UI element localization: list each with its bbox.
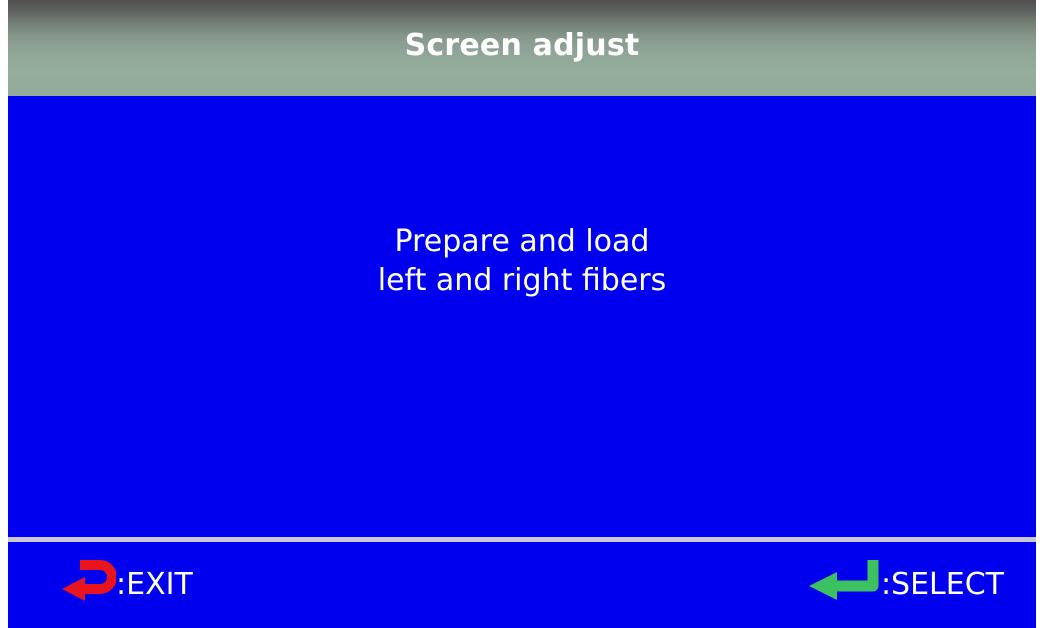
instruction-line-2: left and right fibers [377,263,667,298]
title-bar: Screen adjust [8,0,1036,96]
select-label: :SELECT [880,566,1004,602]
footer-divider [8,537,1036,542]
instruction-message: Prepare and load left and right fibers [8,222,1036,300]
return-arrow-icon [58,558,117,610]
instruction-line-1: Prepare and load [394,224,650,259]
exit-label: :EXIT [116,566,193,602]
select-button[interactable]: :SELECT [807,560,1004,606]
exit-button[interactable]: :EXIT [58,560,193,606]
screen: Screen adjust Prepare and load left and … [8,0,1036,628]
page-title: Screen adjust [404,27,640,63]
enter-arrow-icon [807,558,881,610]
